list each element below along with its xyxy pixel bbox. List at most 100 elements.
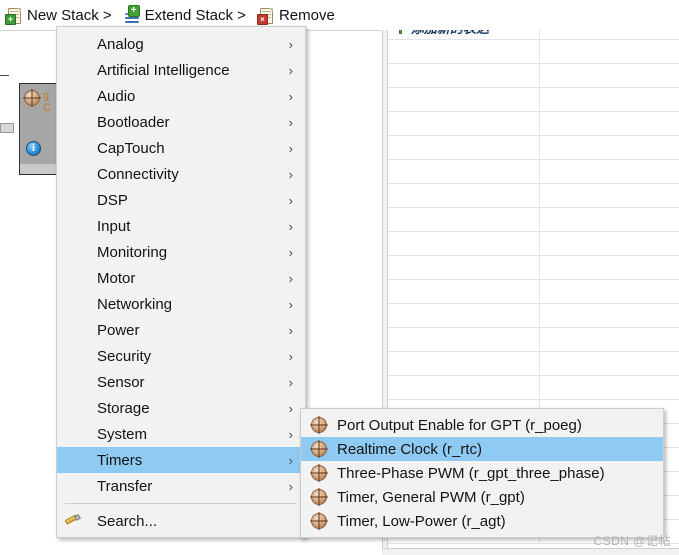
menu-item-label: Connectivity [97,165,179,183]
submenu-item[interactable]: Three-Phase PWM (r_gpt_three_phase) [301,461,663,485]
table-row[interactable] [388,280,679,304]
extend-stack-label: Extend Stack > [144,6,246,24]
table-cell-name [388,328,540,351]
table-row[interactable] [388,304,679,328]
menu-item-label: Security [97,347,152,365]
menu-item-label: Analog [97,35,144,53]
menu-item-connectivity[interactable]: Connectivity › [57,161,305,187]
table-cell-value [540,136,679,159]
chevron-right-icon: › [288,426,293,442]
menu-item-search[interactable]: Search... [57,508,305,534]
table-cell-value [540,352,679,375]
menu-item-bootloader[interactable]: Bootloader › [57,109,305,135]
chevron-right-icon: › [288,400,293,416]
menu-item-timers[interactable]: Timers › [57,447,305,473]
menu-item-storage[interactable]: Storage › [57,395,305,421]
table-row[interactable] [388,136,679,160]
timers-submenu[interactable]: Port Output Enable for GPT (r_poeg) Realt… [300,408,664,538]
menu-item-label: Storage [97,399,150,417]
menu-item-motor[interactable]: Motor › [57,265,305,291]
table-cell-value [540,208,679,231]
table-cell-name [388,160,540,183]
remove-label: Remove [278,6,335,24]
module-info-badge[interactable] [26,141,41,156]
table-cell-name [388,136,540,159]
menu-item-label: Sensor [97,373,145,391]
table-row[interactable] [388,232,679,256]
table-row[interactable] [388,328,679,352]
menu-separator [65,503,297,504]
table-row[interactable] [388,88,679,112]
menu-item-system[interactable]: System › [57,421,305,447]
chevron-right-icon: › [288,88,293,104]
submenu-item[interactable]: Timer, General PWM (r_gpt) [301,485,663,509]
menu-item-label: CapTouch [97,139,165,157]
menu-item-label: Transfer [97,477,153,495]
module-block-title: g C [43,90,51,114]
extend-stack-button[interactable]: Extend Stack > [118,2,252,28]
table-row[interactable] [388,376,679,400]
menu-item-networking[interactable]: Networking › [57,291,305,317]
search-icon [57,514,87,528]
table-cell-value [540,232,679,255]
table-row[interactable] [388,64,679,88]
table-cell-name [388,376,540,399]
menu-item-dsp[interactable]: DSP › [57,187,305,213]
chevron-right-icon: › [288,452,293,468]
extend-stack-icon [124,4,140,24]
chevron-right-icon: › [288,192,293,208]
table-cell-value [540,304,679,327]
menu-item-sensor[interactable]: Sensor › [57,369,305,395]
menu-item-analog[interactable]: Analog › [57,31,305,57]
submenu-item-label: Port Output Enable for GPT (r_poeg) [337,416,582,434]
menu-item-label: Timers [97,451,143,469]
submenu-item-label: Timer, Low-Power (r_agt) [337,512,506,530]
table-cell-value [540,112,679,135]
menu-item-input[interactable]: Input › [57,213,305,239]
table-row[interactable] [388,352,679,376]
menu-item-label: Input [97,217,131,235]
table-cell-value [540,280,679,303]
chevron-right-icon: › [288,270,293,286]
chevron-right-icon: › [288,140,293,156]
submenu-item[interactable]: Port Output Enable for GPT (r_poeg) [301,413,663,437]
new-stack-category-menu[interactable]: Analog › Artificial Intelligence › Audio › Boo… [56,26,306,538]
chevron-right-icon: › [288,322,293,338]
submenu-item[interactable]: Timer, Low-Power (r_agt) [301,509,663,533]
table-cell-name [388,232,540,255]
menu-item-captouch[interactable]: CapTouch › [57,135,305,161]
menu-item-transfer[interactable]: Transfer › [57,473,305,499]
menu-item-label: Bootloader [97,113,170,131]
menu-item-power[interactable]: Power › [57,317,305,343]
info-icon [26,141,41,156]
menu-item-security[interactable]: Security › [57,343,305,369]
chevron-right-icon: › [288,296,293,312]
module-icon [301,489,337,505]
menu-item-label: Audio [97,87,136,105]
table-cell-name [388,40,540,63]
module-icon [301,441,337,457]
module-icon [301,513,337,529]
new-stack-button[interactable]: New Stack > [0,2,118,28]
table-cell-value [540,64,679,87]
chevron-right-icon: › [288,478,293,494]
menu-item-label: System [97,425,148,443]
menu-item-monitoring[interactable]: Monitoring › [57,239,305,265]
module-icon [301,465,337,481]
menu-item-artificial-intelligence[interactable]: Artificial Intelligence › [57,57,305,83]
table-row[interactable] [388,184,679,208]
submenu-item-label: Realtime Clock (r_rtc) [337,440,483,458]
menu-item-audio[interactable]: Audio › [57,83,305,109]
table-row[interactable] [388,256,679,280]
table-row[interactable] [388,160,679,184]
table-row[interactable] [388,40,679,64]
menu-item-label: Search... [97,512,158,530]
chevron-right-icon: › [288,348,293,364]
table-row[interactable] [388,112,679,136]
submenu-item[interactable]: Realtime Clock (r_rtc) [301,437,663,461]
table-cell-name [388,88,540,111]
remove-button[interactable]: Remove [252,2,341,28]
table-cell-name [388,64,540,87]
grid-horizontal-scrollbar[interactable] [382,548,679,555]
table-row[interactable] [388,208,679,232]
